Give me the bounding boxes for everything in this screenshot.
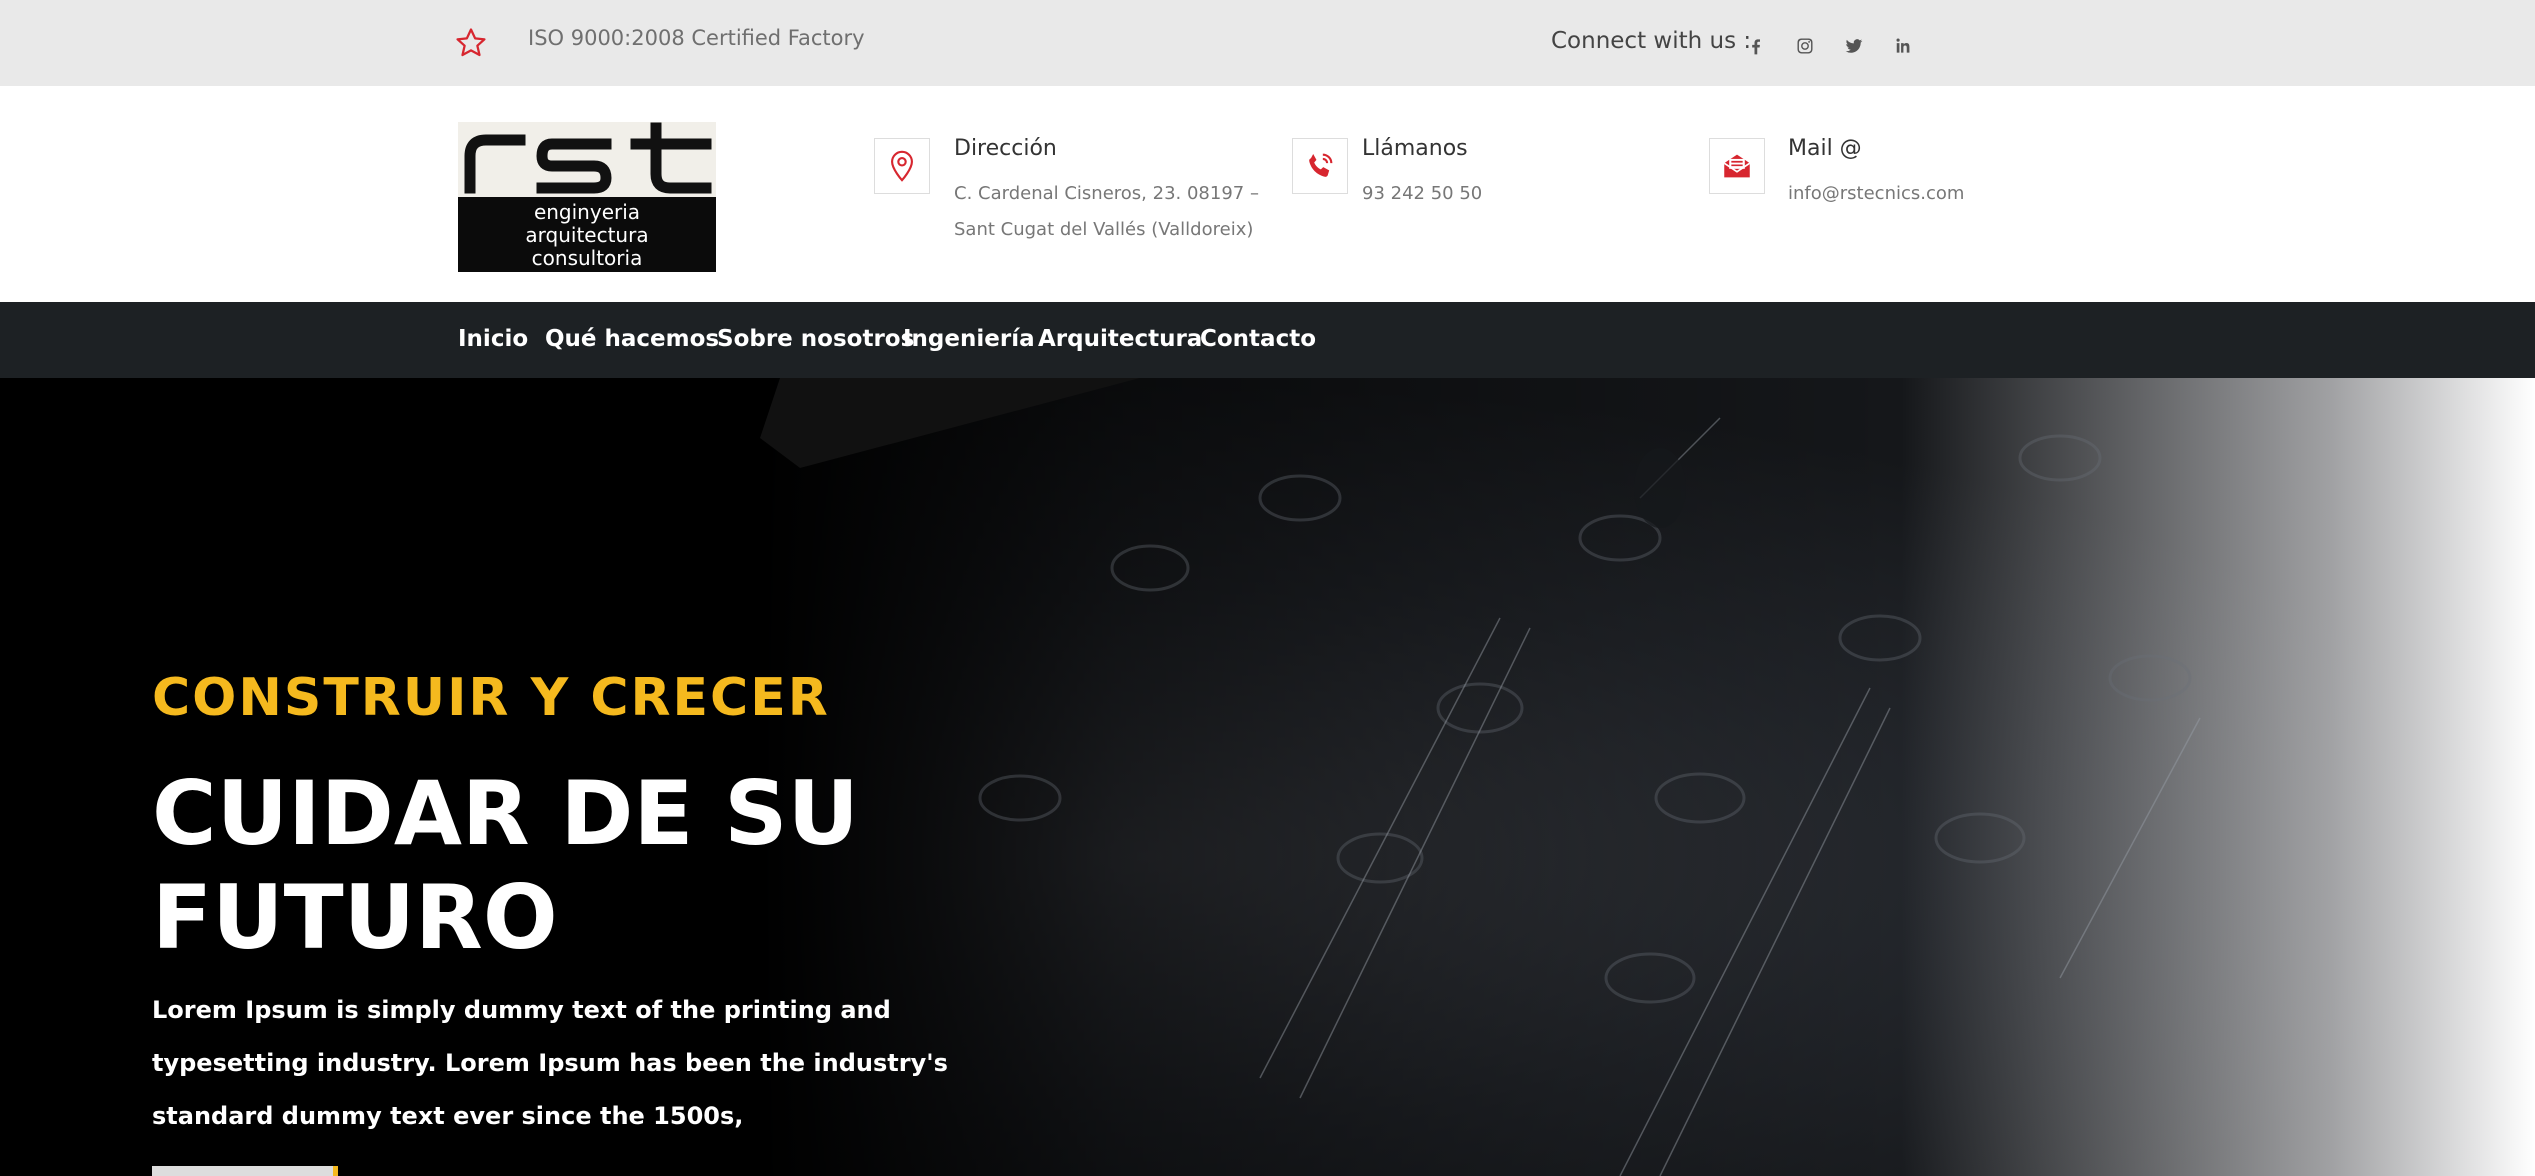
twitter-icon[interactable]: [1842, 34, 1866, 58]
hero-cta-button[interactable]: [152, 1166, 338, 1176]
phone-icon: [1292, 138, 1348, 194]
header-info-bar: [0, 86, 2535, 302]
address-title: Dirección: [954, 136, 1057, 161]
location-pin-icon: [874, 138, 930, 194]
facebook-icon[interactable]: [1744, 34, 1768, 58]
nav-item-arquitectura[interactable]: Arquitectura: [1038, 326, 1202, 352]
connect-label: Connect with us :: [1551, 28, 1752, 54]
main-navigation: Inicio Qué hacemos Sobre nosotros Ingeni…: [0, 302, 2535, 378]
logo-line-2: arquitectura: [525, 223, 648, 247]
phone-title: Llámanos: [1362, 136, 1468, 161]
hero-banner: CONSTRUIR Y CRECER CUIDAR DE SU FUTURO L…: [0, 378, 2535, 1176]
nav-item-que-hacemos[interactable]: Qué hacemos: [545, 326, 719, 352]
address-line-2: Sant Cugat del Vallés (Valldoreix): [954, 219, 1254, 240]
nav-item-contacto[interactable]: Contacto: [1200, 326, 1316, 352]
star-icon: [456, 28, 486, 57]
iso-certification-text: ISO 9000:2008 Certified Factory: [528, 26, 865, 50]
logo-line-3: consultoria: [532, 246, 643, 270]
address-text: C. Cardenal Cisneros, 23. 08197 – Sant C…: [954, 176, 1259, 248]
nav-item-ingenieria[interactable]: Ingeniería: [903, 326, 1035, 352]
mail-icon: [1709, 138, 1765, 194]
hero-title: CUIDAR DE SU FUTURO: [152, 762, 859, 969]
address-line-1: C. Cardenal Cisneros, 23. 08197 –: [954, 183, 1259, 204]
hero-description: Lorem Ipsum is simply dummy text of the …: [152, 996, 948, 1130]
logo-line-1: enginyeria: [534, 200, 640, 224]
instagram-icon[interactable]: [1793, 34, 1817, 58]
mail-title: Mail @: [1788, 136, 1862, 161]
rst-logo[interactable]: enginyeria arquitectura consultoria: [458, 122, 716, 272]
nav-item-sobre-nosotros[interactable]: Sobre nosotros: [717, 326, 914, 352]
hero-subtitle: CONSTRUIR Y CRECER: [152, 668, 830, 728]
mail-address[interactable]: info@rstecnics.com: [1788, 176, 1964, 212]
phone-number[interactable]: 93 242 50 50: [1362, 176, 1482, 212]
top-bar: ISO 9000:2008 Certified Factory Connect …: [0, 0, 2535, 86]
nav-item-inicio[interactable]: Inicio: [458, 326, 528, 352]
linkedin-icon[interactable]: [1891, 34, 1915, 58]
